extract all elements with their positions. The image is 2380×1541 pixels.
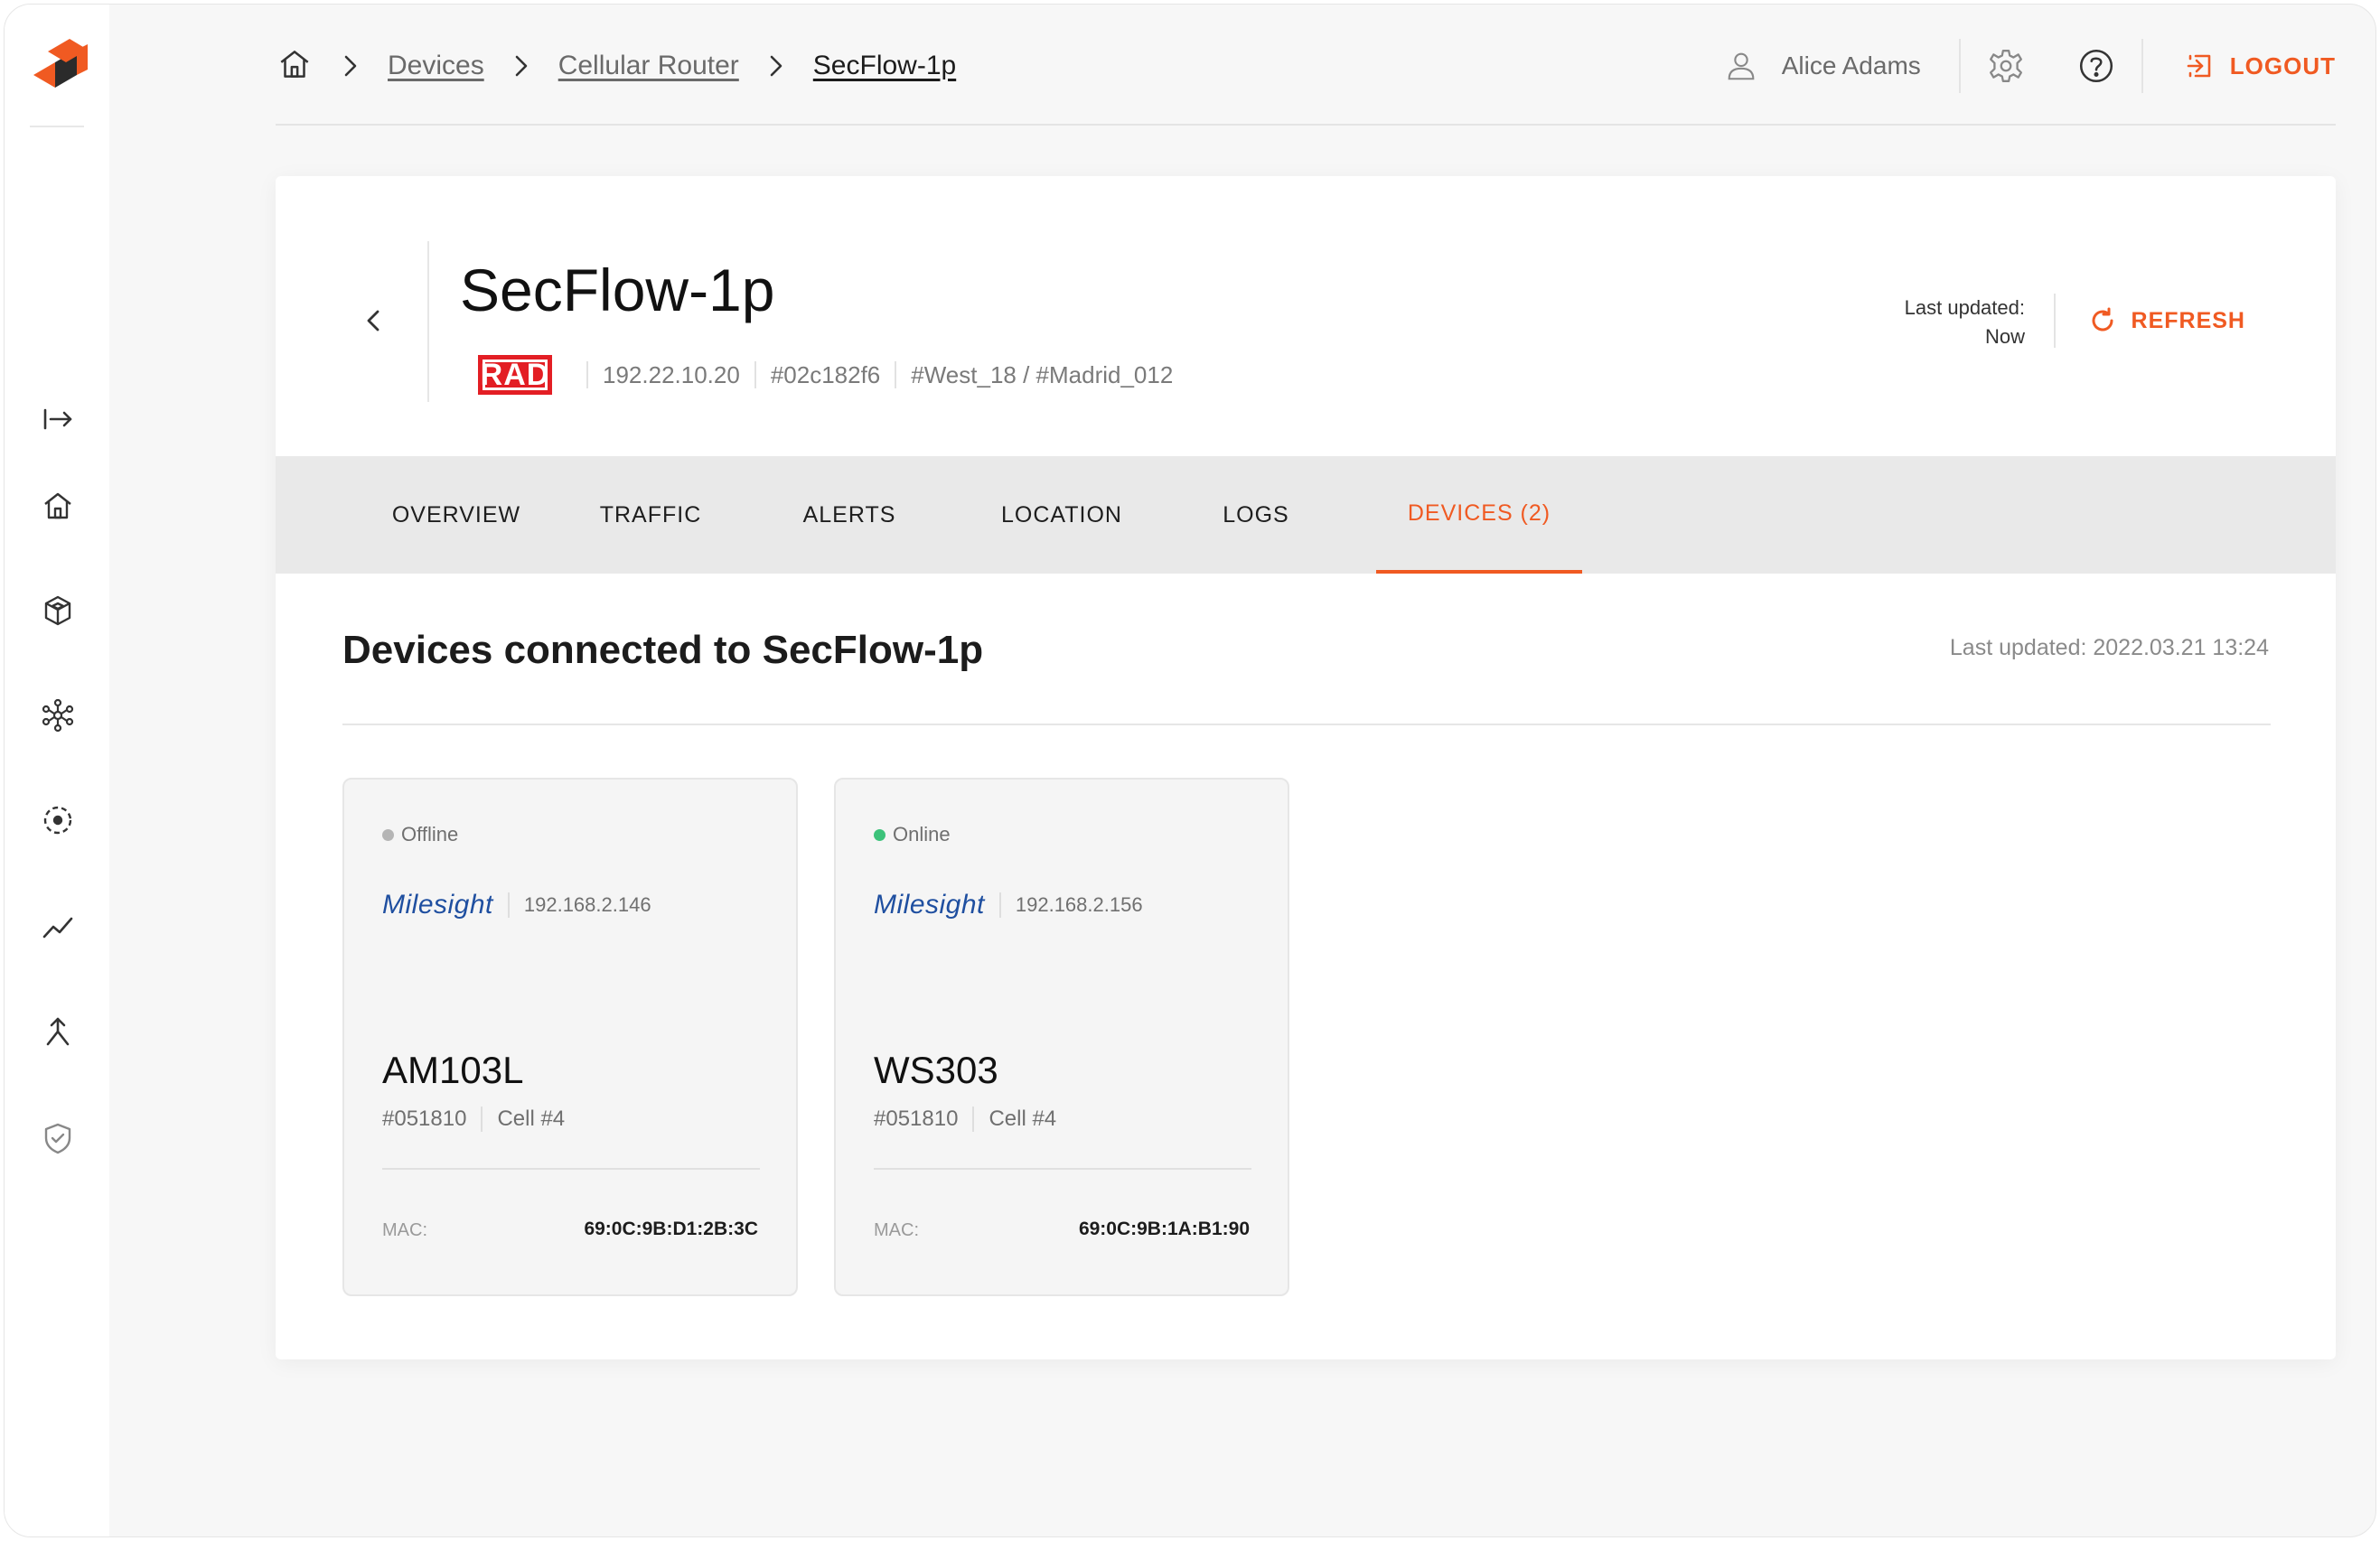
tab-overview[interactable]: OVERVIEW [366, 456, 547, 574]
header-divider [2141, 39, 2143, 93]
breadcrumb-cellular-router[interactable]: Cellular Router [558, 51, 739, 81]
network-icon [42, 698, 74, 733]
milesight-logo: Milesight [382, 890, 493, 920]
header-divider [1958, 39, 1961, 93]
milesight-logo: Milesight [874, 890, 985, 920]
mac-label: MAC: [874, 1220, 919, 1240]
header-actions: Alice Adams LOGOUT [1724, 39, 2336, 93]
device-location: #West_18 / #Madrid_012 [895, 361, 1187, 388]
section-divider [342, 724, 2271, 725]
device-name: WS303 [874, 1049, 998, 1091]
back-button[interactable] [353, 301, 393, 341]
page-title: SecFlow-1p [460, 257, 775, 323]
card-divider [382, 1168, 760, 1170]
cube-icon [44, 595, 71, 626]
sidebar-item-monitoring[interactable] [35, 798, 80, 843]
sidebar-item-analytics[interactable] [35, 904, 80, 949]
merge-icon [46, 1017, 70, 1046]
tab-devices[interactable]: DEVICES (2) [1376, 456, 1582, 574]
user-icon [1728, 52, 1755, 80]
device-id: #02c182f6 [754, 361, 895, 388]
device-id: #051810 [874, 1107, 959, 1131]
user-menu[interactable]: Alice Adams [1724, 49, 1921, 83]
tab-logs[interactable]: LOGS [1197, 456, 1315, 574]
logout-button[interactable]: LOGOUT [2185, 51, 2336, 80]
device-card[interactable]: Online Milesight 192.168.2.156 WS303 #05… [834, 778, 1289, 1296]
status-dot-icon [874, 828, 885, 841]
mac-label: MAC: [382, 1220, 427, 1240]
chevron-right-icon [508, 52, 535, 79]
tab-alerts[interactable]: ALERTS [782, 456, 917, 574]
device-brand: Milesight 192.168.2.156 [874, 890, 1143, 920]
chevron-left-icon [367, 310, 379, 332]
chevron-right-icon [763, 52, 790, 79]
tab-bar: OVERVIEW TRAFFIC ALERTS LOCATION LOGS DE… [276, 456, 2336, 574]
status-label: Online [893, 823, 951, 845]
device-sub: #051810 Cell #4 [382, 1107, 565, 1132]
status-badge: Online [874, 823, 951, 846]
last-updated: Last updated: Now [1905, 294, 2025, 351]
device-meta: RAD 192.22.10.20 #02c182f6 #West_18 / #M… [478, 353, 1187, 397]
device-ip: 192.168.2.156 [998, 892, 1143, 918]
device-id: #051810 [382, 1107, 467, 1131]
last-updated-label: Last updated: [1904, 296, 2025, 319]
sidebar-item-home[interactable] [35, 483, 80, 528]
refresh-icon [2092, 307, 2113, 332]
tab-traffic[interactable]: TRAFFIC [574, 456, 727, 574]
sidebar-item-network[interactable] [35, 693, 80, 738]
logout-icon [2187, 54, 2211, 78]
breadcrumb: Devices Cellular Router SecFlow-1p [276, 42, 956, 89]
status-dot-icon [382, 828, 394, 841]
help-button[interactable] [2071, 41, 2122, 91]
device-detail-card: SecFlow-1p RAD 192.22.10.20 #02c182f6 #W… [276, 176, 2336, 1359]
help-icon [2079, 49, 2113, 83]
shield-icon [44, 1123, 71, 1154]
top-bar: Devices Cellular Router SecFlow-1p Alice… [276, 5, 2336, 126]
refresh-button[interactable]: REFRESH [2088, 306, 2245, 335]
sidebar-item-security[interactable] [35, 1116, 80, 1161]
device-ip: 192.22.10.20 [586, 361, 754, 388]
device-brand: Milesight 192.168.2.146 [382, 890, 651, 920]
chevron-right-icon [337, 52, 364, 79]
logout-label: LOGOUT [2229, 51, 2336, 79]
trend-icon [42, 917, 73, 939]
tab-location[interactable]: LOCATION [971, 456, 1152, 574]
expand-icon [43, 408, 72, 430]
expand-sidebar-button[interactable] [35, 397, 80, 442]
rad-brand-logo: RAD [478, 355, 552, 395]
settings-button[interactable] [1981, 41, 2031, 91]
app-window: Devices Cellular Router SecFlow-1p Alice… [4, 4, 2376, 1537]
home-icon [44, 492, 71, 519]
header-divider [427, 241, 429, 402]
section-title: Devices connected to SecFlow-1p [342, 628, 984, 672]
mac-value: 69:0C:9B:D1:2B:3C [584, 1219, 758, 1239]
header-divider [2054, 294, 2056, 348]
breadcrumb-current[interactable]: SecFlow-1p [813, 51, 956, 81]
sidebar-item-devices[interactable] [35, 588, 80, 633]
device-ip: 192.168.2.146 [507, 892, 651, 918]
sidebar [5, 5, 109, 1536]
gear-icon [1989, 50, 2022, 82]
home-icon [280, 50, 309, 78]
refresh-label: REFRESH [2131, 307, 2245, 333]
last-updated-value: Now [1984, 325, 2025, 348]
section-last-updated: Last updated: 2022.03.21 13:24 [1949, 635, 2269, 660]
device-sub: #051810 Cell #4 [874, 1107, 1056, 1132]
status-badge: Offline [382, 823, 458, 846]
breadcrumb-devices[interactable]: Devices [388, 51, 484, 81]
status-label: Offline [401, 823, 459, 845]
target-icon [43, 806, 72, 835]
sidebar-item-integrations[interactable] [35, 1009, 80, 1054]
device-name: AM103L [382, 1049, 524, 1091]
card-divider [874, 1168, 1251, 1170]
brand-logo-icon[interactable] [24, 39, 93, 93]
device-cell: Cell #4 [972, 1107, 1056, 1132]
breadcrumb-home[interactable] [276, 45, 314, 88]
mac-value: 69:0C:9B:1A:B1:90 [1078, 1219, 1250, 1239]
device-cell: Cell #4 [481, 1107, 565, 1132]
sidebar-divider [30, 126, 84, 127]
device-card[interactable]: Offline Milesight 192.168.2.146 AM103L #… [342, 778, 798, 1296]
user-name: Alice Adams [1781, 51, 1921, 79]
